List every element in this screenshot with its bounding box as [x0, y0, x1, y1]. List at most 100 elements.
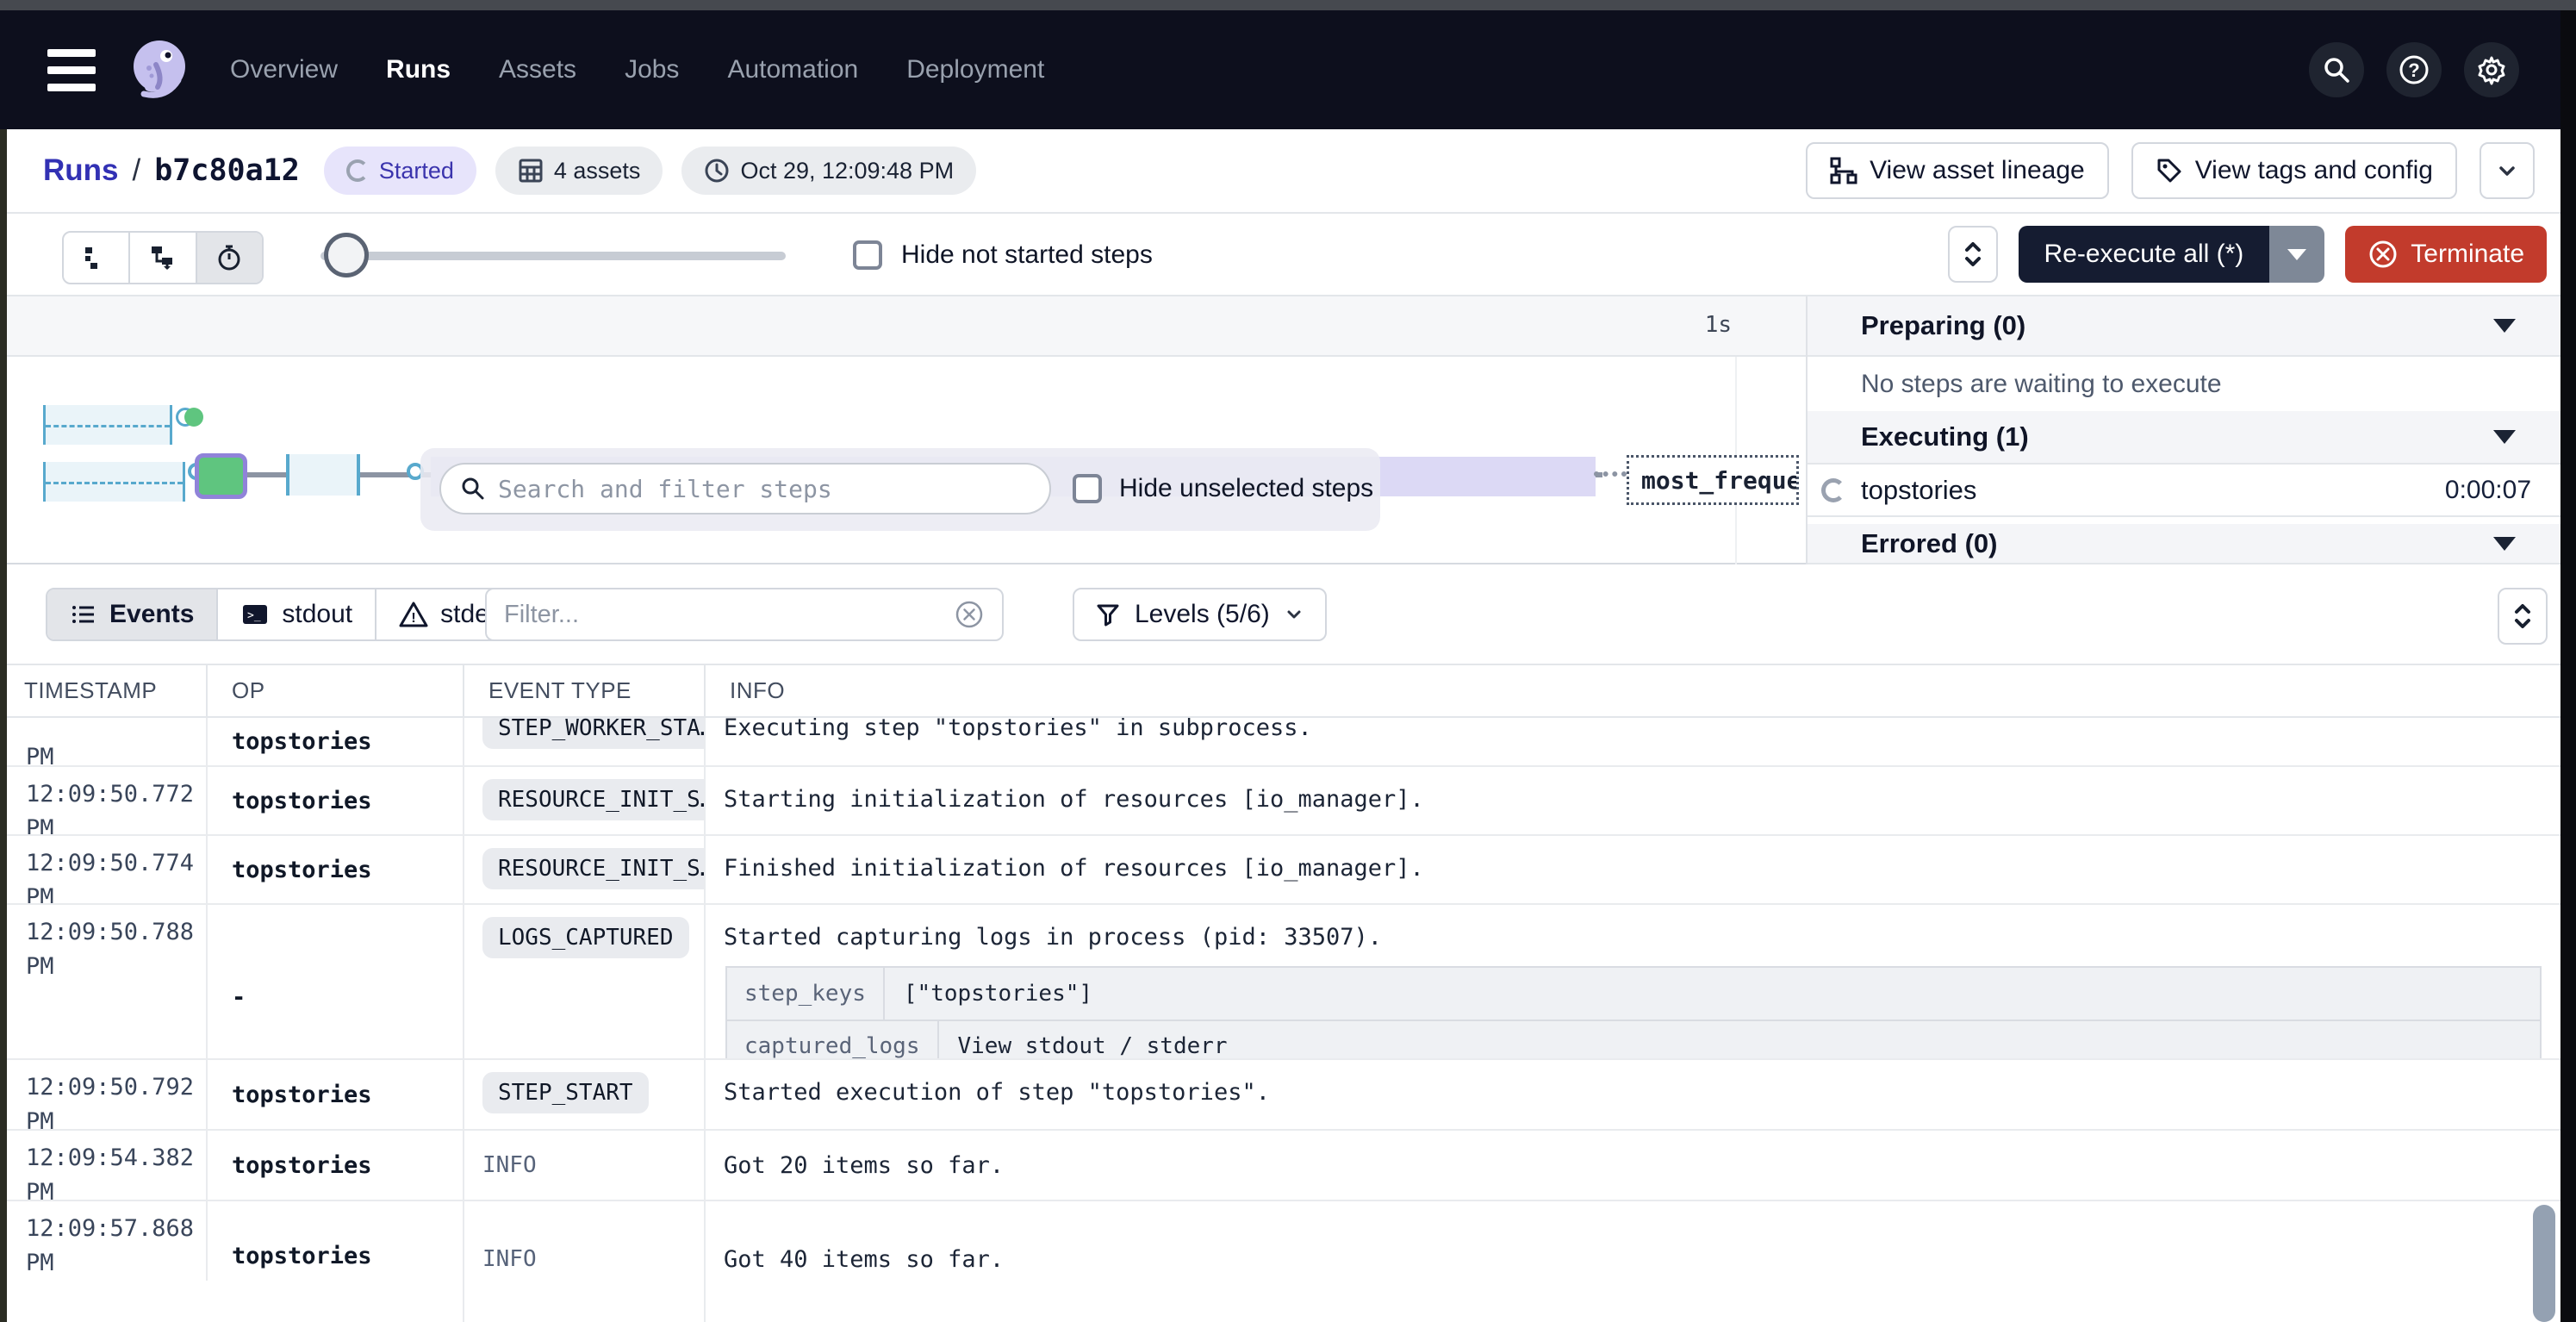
log-row[interactable]: 12:09:50.792PM topstories STEP_START Sta…: [0, 1060, 2560, 1131]
reexecute-dropdown-button[interactable]: [2269, 226, 2324, 283]
search-icon[interactable]: [2309, 42, 2364, 97]
breadcrumb-separator: /: [133, 153, 141, 188]
not-started-step-box[interactable]: [43, 405, 172, 445]
lineage-icon: [1830, 157, 1857, 184]
nav-item-runs[interactable]: Runs: [386, 55, 451, 84]
event-type-label: INFO: [482, 1152, 537, 1178]
up-down-chevrons-icon: [2511, 599, 2535, 633]
nav-item-deployment[interactable]: Deployment: [906, 55, 1044, 84]
up-down-chevrons-icon: [1961, 237, 1985, 271]
event-type-pill: LOGS_CAPTURED: [482, 917, 689, 958]
help-icon[interactable]: ?: [2386, 42, 2442, 97]
view-tags-and-config-button[interactable]: View tags and config: [2131, 142, 2457, 199]
flat-view-button[interactable]: [64, 233, 130, 283]
dagster-run-page: Overview Runs Assets Jobs Automation Dep…: [0, 0, 2576, 1322]
metadata-row: captured_logs View stdout / stderr: [727, 1020, 2540, 1058]
svg-text:>_: >_: [247, 609, 261, 622]
log-scrollbar-thumb[interactable]: [2533, 1205, 2555, 1322]
hide-not-started-label: Hide not started steps: [901, 240, 1153, 270]
assets-badge[interactable]: 4 assets: [495, 147, 663, 195]
flat-view-icon: [82, 243, 111, 272]
gantt-section: 1s most_frequent H: [0, 296, 2576, 564]
executing-step-row[interactable]: topstories 0:00:07: [1808, 465, 2560, 517]
reexecute-split-button: Re-execute all (*): [2019, 226, 2325, 283]
col-op: OP: [208, 665, 464, 716]
tab-events[interactable]: Events: [47, 589, 218, 639]
queued-step-box[interactable]: [286, 454, 360, 496]
terminate-icon: [2368, 239, 2399, 270]
executing-step-box-topstories[interactable]: [195, 453, 247, 499]
not-started-step-box[interactable]: [43, 462, 185, 502]
waterfall-view-button[interactable]: [130, 233, 196, 283]
run-action-buttons: Re-execute all (*) Terminate: [1948, 226, 2547, 283]
spinner-icon: [1821, 478, 1845, 502]
top-nav: Overview Runs Assets Jobs Automation Dep…: [0, 10, 2576, 129]
log-table-header: TIMESTAMP OP EVENT TYPE INFO: [0, 664, 2560, 718]
run-header: Runs / b7c80a12 Started 4 assets Oct 29,…: [0, 129, 2576, 214]
gantt-zoom-slider-track[interactable]: [320, 252, 786, 260]
gear-icon[interactable]: [2464, 42, 2519, 97]
elapsed-time: 0:00:07: [2445, 476, 2531, 505]
completed-marker-dot[interactable]: [184, 408, 203, 427]
log-row[interactable]: 12:09:50.772PM topstories RESOURCE_INIT_…: [0, 767, 2560, 836]
log-scroll-toggle[interactable]: [2498, 588, 2548, 645]
hide-not-started-checkbox[interactable]: [853, 240, 882, 270]
window-left-edge: [0, 129, 7, 1322]
executing-step-name: topstories: [1861, 475, 1976, 506]
timed-view-button[interactable]: [197, 233, 262, 283]
event-type-pill: RESOURCE_INIT_S…: [482, 848, 706, 889]
errored-section-header[interactable]: Errored (0): [1808, 524, 2560, 564]
gantt-chart: 1s most_frequent H: [0, 296, 1806, 564]
preparing-section-header[interactable]: Preparing (0): [1808, 296, 2560, 357]
metadata-value: ["topstories"]: [885, 968, 1111, 1020]
breadcrumb: Runs / b7c80a12: [43, 153, 300, 188]
grid-icon: [518, 158, 544, 184]
breadcrumb-runs-link[interactable]: Runs: [43, 153, 119, 188]
hamburger-menu-icon[interactable]: [47, 41, 104, 98]
view-asset-lineage-button[interactable]: View asset lineage: [1806, 142, 2109, 199]
log-row[interactable]: 12:09:50.774PM topstories RESOURCE_INIT_…: [0, 836, 2560, 905]
window-top-edge: [0, 0, 2576, 10]
hide-unselected-label: Hide unselected steps: [1119, 474, 1373, 503]
events-list-icon: [70, 601, 97, 628]
event-type-pill: STEP_WORKER_STA…: [482, 718, 706, 749]
nav-item-automation[interactable]: Automation: [727, 55, 858, 84]
gantt-search-box: [439, 463, 1051, 514]
pending-step-box[interactable]: most_frequent: [1627, 455, 1799, 505]
hide-not-started-control: Hide not started steps: [853, 226, 1153, 284]
event-type-label: INFO: [482, 1246, 537, 1272]
run-logs-section: Events >_ stdout ! stderr Levels (5/6): [0, 564, 2560, 1322]
waterfall-view-icon: [148, 243, 177, 272]
clear-filter-icon[interactable]: [954, 599, 985, 630]
log-row[interactable]: 12:09:50.788PM - LOGS_CAPTURED Started c…: [0, 905, 2560, 1060]
gantt-timeline-header: 1s: [0, 296, 1806, 357]
run-actions-dropdown-button[interactable]: [2480, 142, 2535, 199]
nav-item-overview[interactable]: Overview: [230, 55, 338, 84]
step-search-input[interactable]: [498, 475, 1030, 503]
nav-links: Overview Runs Assets Jobs Automation Dep…: [230, 55, 1044, 84]
levels-dropdown-button[interactable]: Levels (5/6): [1073, 588, 1327, 641]
timestamp-badge: Oct 29, 12:09:48 PM: [681, 147, 976, 195]
nav-item-jobs[interactable]: Jobs: [625, 55, 679, 84]
funnel-icon: [1095, 602, 1121, 627]
reexecute-all-button[interactable]: Re-execute all (*): [2019, 226, 2270, 283]
executing-section-header[interactable]: Executing (1): [1808, 411, 2560, 465]
log-row[interactable]: PM topstories STEP_WORKER_STA… Executing…: [0, 718, 2560, 767]
log-row[interactable]: 12:09:54.382PM topstories INFO Got 20 it…: [0, 1131, 2560, 1201]
stderr-warning-icon: !: [399, 600, 428, 629]
stdout-terminal-icon: >_: [240, 600, 270, 629]
terminate-button[interactable]: Terminate: [2345, 226, 2547, 283]
panel-resize-toggle[interactable]: [1948, 226, 1998, 283]
caret-down-icon: [2287, 249, 2306, 260]
status-spinner-icon: [346, 159, 369, 182]
tab-stdout[interactable]: >_ stdout: [218, 589, 376, 639]
log-row[interactable]: 12:09:57.868PM topstories INFO Got 40 it…: [0, 1201, 2560, 1322]
gantt-zoom-slider-thumb[interactable]: [324, 233, 369, 277]
col-info: INFO: [706, 665, 2560, 716]
log-filter-input[interactable]: [504, 601, 954, 629]
view-stdout-stderr-link[interactable]: View stdout / stderr: [939, 1021, 1247, 1058]
nav-item-assets[interactable]: Assets: [499, 55, 576, 84]
caret-down-icon: [2493, 430, 2516, 444]
dagster-logo[interactable]: [123, 34, 196, 106]
hide-unselected-checkbox[interactable]: [1073, 474, 1102, 503]
